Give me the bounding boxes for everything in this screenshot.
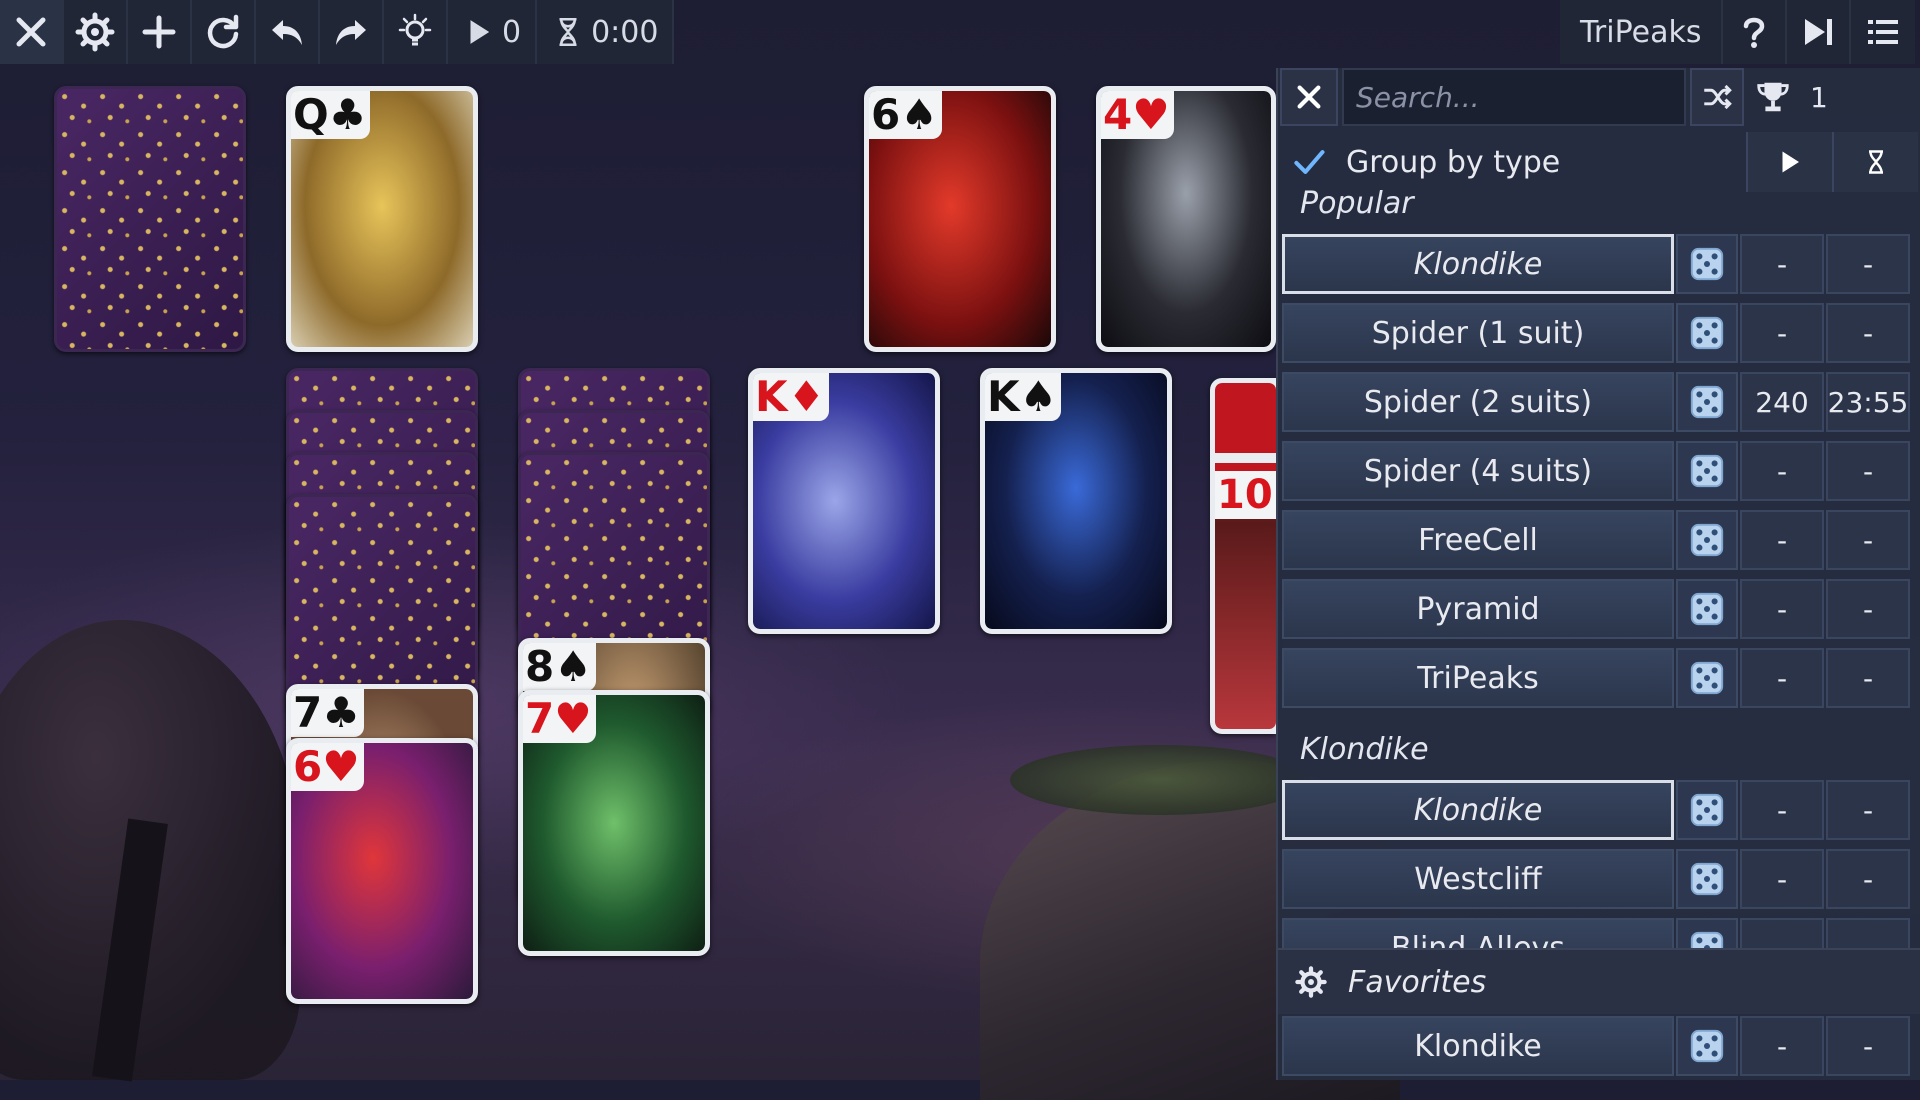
- time-value: 0:00: [591, 14, 659, 50]
- best-time: -: [1826, 1016, 1910, 1076]
- favorites-settings-button[interactable]: [1282, 952, 1340, 1012]
- card-rank: 7: [293, 688, 323, 737]
- dice-icon: [1690, 1029, 1724, 1063]
- foundation-card-hearts[interactable]: 4 ♥: [1096, 86, 1276, 352]
- help-button[interactable]: [1723, 0, 1788, 64]
- skip-button[interactable]: [1787, 0, 1852, 64]
- card-rank: 4: [1103, 90, 1133, 139]
- card-suit: ♥: [322, 742, 360, 791]
- card-rank: 10: [1217, 472, 1273, 518]
- game-selection-panel: 1 Group by type Popular Klondike--Spider…: [1276, 68, 1920, 1080]
- klondike-games-list: Klondike - - Westcliff - - Blind Alleys: [1278, 68, 1920, 948]
- game-name[interactable]: Westcliff: [1282, 849, 1674, 909]
- card-rank: 6: [871, 90, 901, 139]
- left-toolbar: 0 0:00: [0, 0, 675, 64]
- game-name[interactable]: Klondike: [1282, 780, 1674, 840]
- right-toolbar: TriPeaks: [1560, 0, 1916, 64]
- game-row[interactable]: Blind Alleys: [1282, 918, 1916, 948]
- stock-pile[interactable]: [54, 86, 246, 352]
- best-moves: [1740, 918, 1824, 948]
- gear-icon: [75, 12, 115, 52]
- new-game-button[interactable]: [128, 0, 192, 64]
- moves-counter: 0: [448, 0, 538, 64]
- best-time: -: [1826, 849, 1910, 909]
- card-suit: ♦: [787, 372, 826, 421]
- moves-value: 0: [502, 14, 522, 50]
- favorites-label: Favorites: [1348, 964, 1487, 1000]
- tableau-card[interactable]: 10♦: [1210, 378, 1276, 734]
- undo-button[interactable]: [256, 0, 320, 64]
- card-suit: ♣: [322, 688, 360, 737]
- best-moves: -: [1740, 780, 1824, 840]
- random-deal-button[interactable]: [1676, 780, 1738, 840]
- best-moves: -: [1740, 1016, 1824, 1076]
- timer: 0:00: [537, 0, 675, 64]
- card-suit: ♣: [328, 90, 367, 139]
- redo-button[interactable]: [320, 0, 384, 64]
- card-suit: ♠: [554, 642, 592, 691]
- skip-forward-icon: [1805, 19, 1833, 45]
- close-icon: [16, 17, 46, 47]
- undo-icon: [272, 20, 302, 45]
- game-name[interactable]: Klondike: [1282, 1016, 1674, 1076]
- tableau-card[interactable]: 6 ♥: [286, 738, 478, 1004]
- restart-button[interactable]: [192, 0, 256, 64]
- play-icon: [470, 20, 490, 44]
- card-suit: ♥: [1132, 90, 1170, 139]
- card-rank: Q: [293, 90, 329, 139]
- favorites-header: Favorites: [1278, 948, 1920, 1014]
- game-row[interactable]: Westcliff - -: [1282, 849, 1916, 909]
- hint-button[interactable]: [384, 0, 448, 64]
- game-row[interactable]: Klondike - -: [1282, 780, 1916, 840]
- card-rank: 8: [525, 642, 555, 691]
- best-time: [1826, 918, 1910, 948]
- background-grass: [1010, 745, 1310, 815]
- close-button[interactable]: [0, 0, 64, 64]
- card-rank: K: [987, 372, 1020, 421]
- card-suit: ♠: [900, 90, 938, 139]
- hourglass-icon: [559, 17, 577, 47]
- game-title[interactable]: TriPeaks: [1560, 0, 1724, 64]
- lightbulb-icon: [398, 13, 432, 46]
- dice-icon: [1690, 862, 1724, 896]
- game-name[interactable]: Blind Alleys: [1282, 918, 1674, 948]
- card-suit: ♥: [554, 694, 592, 743]
- best-moves: -: [1740, 849, 1824, 909]
- random-deal-button[interactable]: [1676, 918, 1738, 948]
- waste-card[interactable]: Q ♣: [286, 86, 478, 352]
- random-deal-button[interactable]: [1676, 1016, 1738, 1076]
- card-suit: ♠: [1019, 372, 1058, 421]
- card-rank: K: [755, 372, 788, 421]
- refresh-icon: [207, 14, 239, 49]
- dice-icon: [1690, 793, 1724, 827]
- redo-icon: [336, 20, 366, 45]
- dice-icon: [1690, 931, 1724, 948]
- tableau-card[interactable]: K ♦: [748, 368, 940, 634]
- menu-button[interactable]: [1851, 0, 1916, 64]
- card-rank: 6: [293, 742, 323, 791]
- foundation-card-spades[interactable]: 6 ♠: [864, 86, 1056, 352]
- game-row[interactable]: Klondike - -: [1282, 1016, 1916, 1076]
- best-time: -: [1826, 780, 1910, 840]
- list-icon: [1868, 20, 1899, 44]
- question-icon: [1744, 17, 1765, 48]
- plus-icon: [142, 15, 176, 49]
- random-deal-button[interactable]: [1676, 849, 1738, 909]
- gear-icon: [1295, 966, 1327, 998]
- settings-button[interactable]: [64, 0, 128, 64]
- tableau-card[interactable]: K ♠: [980, 368, 1172, 634]
- tableau-card[interactable]: 7 ♥: [518, 690, 710, 956]
- card-rank: 7: [525, 694, 555, 743]
